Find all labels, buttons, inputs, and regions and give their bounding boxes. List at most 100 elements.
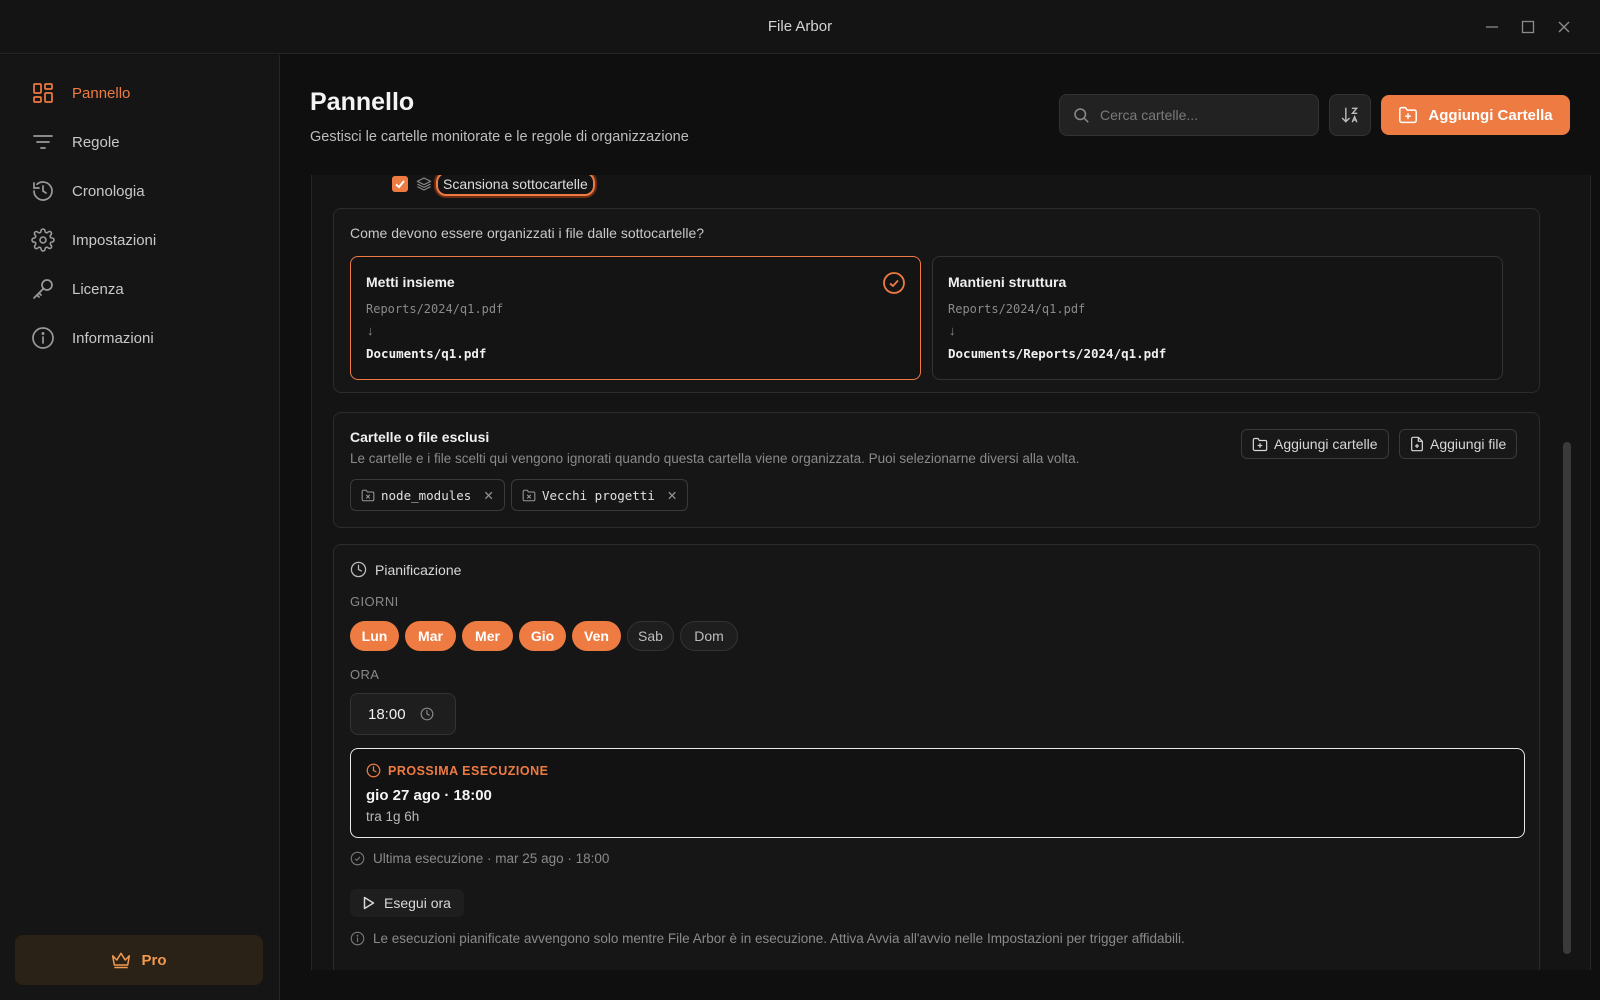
option-keep-structure[interactable]: Mantieni struttura Reports/2024/q1.pdf ↓… <box>932 256 1503 380</box>
page-header: Pannello Gestisci le cartelle monitorate… <box>310 88 689 145</box>
play-icon <box>363 896 375 910</box>
dashboard-icon <box>30 80 56 106</box>
add-folder-label: Aggiungi Cartella <box>1428 106 1553 124</box>
day-pill-gio[interactable]: Gio <box>519 621 566 651</box>
arrow-down-icon: ↓ <box>367 323 374 338</box>
add-folders-button[interactable]: Aggiungi cartelle <box>1241 429 1389 459</box>
minimize-icon[interactable] <box>1481 16 1503 38</box>
sidebar-item-label: Pannello <box>72 84 131 102</box>
add-folder-button[interactable]: Aggiungi Cartella <box>1381 95 1570 135</box>
add-folders-label: Aggiungi cartelle <box>1274 436 1378 452</box>
next-run-label-text: PROSSIMA ESECUZIONE <box>388 763 549 778</box>
check-icon <box>395 180 405 189</box>
clock-icon <box>350 561 367 578</box>
day-pill-sab[interactable]: Sab <box>627 621 674 651</box>
sidebar: Pannello Regole Cronologia Impostazioni … <box>0 55 280 1000</box>
option-source-path: Reports/2024/q1.pdf <box>366 302 504 316</box>
sidebar-item-label: Impostazioni <box>72 231 157 249</box>
scan-subfolders-checkbox[interactable] <box>392 176 408 192</box>
excluded-title: Cartelle o file esclusi <box>350 429 490 445</box>
file-plus-icon <box>1411 436 1423 452</box>
day-pill-lun[interactable]: Lun <box>350 621 399 651</box>
key-icon <box>30 276 56 302</box>
option-merge[interactable]: Metti insieme Reports/2024/q1.pdf ↓ Docu… <box>350 256 921 380</box>
info-icon <box>350 931 365 946</box>
pro-button[interactable]: Pro <box>15 935 263 985</box>
next-run-label: PROSSIMA ESECUZIONE <box>366 763 548 778</box>
sidebar-item-cronologia[interactable]: Cronologia <box>30 175 260 207</box>
option-destination-path: Documents/q1.pdf <box>366 346 487 361</box>
check-circle-icon <box>350 851 365 866</box>
subfolder-organization-panel: Come devono essere organizzati i file da… <box>333 208 1540 393</box>
folder-settings-panel: Scansiona sottocartelle Come devono esse… <box>311 175 1591 970</box>
schedule-note-text: Le esecuzioni pianificate avvengono solo… <box>373 931 1185 946</box>
sidebar-item-informazioni[interactable]: Informazioni <box>30 322 260 354</box>
check-circle-icon <box>882 271 906 300</box>
layers-icon <box>416 176 432 192</box>
excluded-description: Le cartelle e i file scelti qui vengono … <box>350 451 1080 466</box>
schedule-title-label: Pianificazione <box>375 561 462 578</box>
folder-plus-icon <box>1399 106 1418 124</box>
day-pill-ven[interactable]: Ven <box>572 621 621 651</box>
clock-icon <box>366 763 381 778</box>
time-input[interactable]: 18:00 <box>350 693 456 735</box>
page-subtitle: Gestisci le cartelle monitorate e le reg… <box>310 129 689 145</box>
last-run-info: Ultima esecuzione · mar 25 ago · 18:00 <box>350 851 609 866</box>
sidebar-item-licenza[interactable]: Licenza <box>30 273 260 305</box>
search-input[interactable] <box>1100 107 1300 123</box>
pro-label: Pro <box>141 951 167 969</box>
page-title: Pannello <box>310 88 415 116</box>
sort-button[interactable] <box>1329 94 1371 136</box>
sidebar-item-regole[interactable]: Regole <box>30 126 260 158</box>
info-icon <box>30 325 56 351</box>
option-title: Metti insieme <box>366 274 455 290</box>
next-run-card: PROSSIMA ESECUZIONE gio 27 ago · 18:00 t… <box>350 748 1525 838</box>
excluded-panel: Cartelle o file esclusi Le cartelle e i … <box>333 412 1540 528</box>
window-title: File Arbor <box>767 18 833 35</box>
sidebar-item-label: Licenza <box>72 280 124 298</box>
subfolder-question: Come devono essere organizzati i file da… <box>350 225 705 241</box>
option-destination-path: Documents/Reports/2024/q1.pdf <box>948 346 1167 361</box>
sidebar-item-pannello[interactable]: Pannello <box>30 77 260 109</box>
crown-icon <box>112 952 131 969</box>
run-now-button[interactable]: Esegui ora <box>350 889 464 917</box>
day-pill-mar[interactable]: Mar <box>405 621 456 651</box>
search-box[interactable] <box>1059 94 1319 136</box>
maximize-icon[interactable] <box>1517 16 1539 38</box>
folder-excluded-icon <box>522 489 536 501</box>
excluded-tag: node_modules ✕ <box>350 479 505 511</box>
folder-excluded-icon <box>361 489 375 501</box>
next-run-date: gio 27 ago · 18:00 <box>366 787 492 804</box>
scrollbar[interactable] <box>1563 442 1571 954</box>
run-now-label: Esegui ora <box>384 895 451 911</box>
add-file-label: Aggiungi file <box>1430 436 1507 452</box>
sidebar-item-label: Informazioni <box>72 329 154 347</box>
add-file-button[interactable]: Aggiungi file <box>1399 429 1518 459</box>
filter-icon <box>30 129 56 155</box>
title-bar: File Arbor <box>0 0 1600 54</box>
last-run-text: Ultima esecuzione · mar 25 ago · 18:00 <box>373 851 610 866</box>
option-source-path: Reports/2024/q1.pdf <box>948 302 1086 316</box>
excluded-tag-label: Vecchi progetti <box>542 487 655 503</box>
option-title: Mantieni struttura <box>948 274 1067 290</box>
folder-plus-icon <box>1252 437 1268 451</box>
clock-icon <box>420 707 433 721</box>
gear-icon <box>30 227 56 253</box>
days-label: GIORNI <box>350 594 399 609</box>
scan-subfolders-row: Scansiona sottocartelle <box>392 175 595 199</box>
close-icon[interactable] <box>1553 16 1575 38</box>
sidebar-item-impostazioni[interactable]: Impostazioni <box>30 224 260 256</box>
time-label: ORA <box>350 667 380 682</box>
next-run-relative: tra 1g 6h <box>366 809 420 824</box>
day-pill-dom[interactable]: Dom <box>680 621 738 651</box>
day-pill-mer[interactable]: Mer <box>462 621 513 651</box>
remove-tag-icon[interactable]: ✕ <box>667 488 677 503</box>
schedule-title: Pianificazione <box>350 561 461 578</box>
time-value: 18:00 <box>368 705 406 723</box>
search-icon <box>1074 108 1089 123</box>
remove-tag-icon[interactable]: ✕ <box>483 488 493 503</box>
schedule-panel: Pianificazione GIORNI Lun Mar Mer Gio Ve… <box>333 544 1540 970</box>
scan-subfolders-label[interactable]: Scansiona sottocartelle <box>436 175 595 196</box>
excluded-tag: Vecchi progetti ✕ <box>511 479 689 511</box>
arrow-down-icon: ↓ <box>949 323 956 338</box>
